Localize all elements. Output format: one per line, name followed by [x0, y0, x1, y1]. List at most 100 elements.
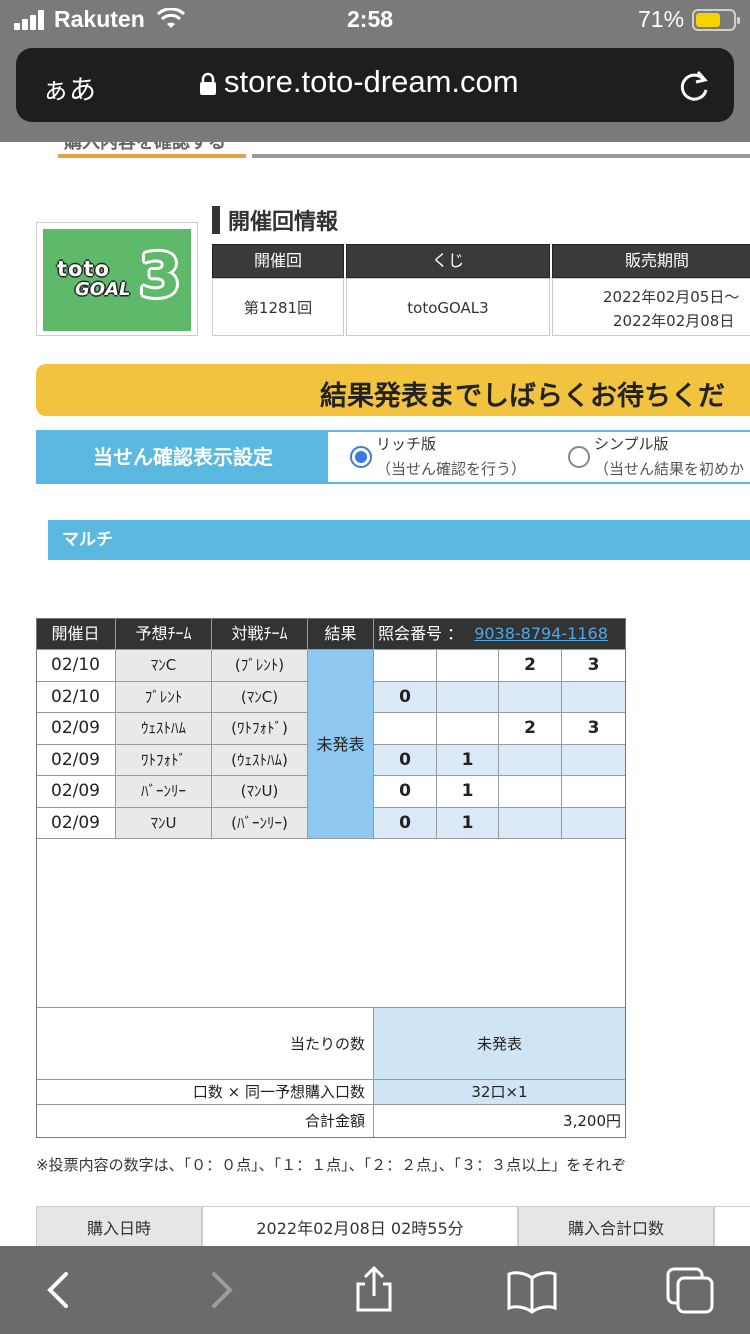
table-cell-team: ﾏﾝC — [116, 650, 212, 682]
empty-area — [36, 839, 626, 1008]
table-cell-c3 — [499, 807, 562, 839]
back-icon[interactable] — [34, 1266, 86, 1314]
total-value: 3,200円 — [374, 1105, 626, 1138]
purchase-units-value — [714, 1206, 750, 1250]
header-lottery: くじ — [346, 244, 550, 278]
table-cell-date: 02/09 — [36, 807, 116, 839]
header-period: 販売期間 — [552, 244, 750, 278]
table-cell-c2 — [437, 650, 499, 682]
table-cell-team: ﾊﾞｰﾝﾘｰ — [116, 776, 212, 808]
table-cell-c1: 0 — [374, 807, 437, 839]
step-bar-active — [58, 154, 246, 158]
table-cell-c2 — [437, 713, 499, 745]
waiting-banner: 結果発表までしばらくお待ちくだ — [36, 364, 750, 416]
table-cell-c1 — [374, 713, 437, 745]
col-ref: 照会番号 ： 9038-8794-1168 — [374, 618, 626, 650]
step-indicator: 購入内容を確認する — [58, 142, 750, 158]
table-cell-c2: 1 — [437, 807, 499, 839]
total-label: 合計金額 — [36, 1105, 374, 1138]
table-cell-c4 — [562, 744, 626, 776]
totogoal3-logo: toto GOAL 3 — [36, 222, 198, 336]
table-cell-c3: 2 — [499, 713, 562, 745]
purchase-date-value: 2022年02月08日 02時55分 — [202, 1206, 518, 1250]
battery-percent: 71% — [638, 6, 685, 32]
score-note: ※投票内容の数字は、「０：０点」、「１：１点」、「２：２点」、「３：３点以上」を… — [36, 1156, 627, 1174]
table-cell-team: ﾏﾝU — [116, 807, 212, 839]
col-pred: 予想ﾁｰﾑ — [116, 618, 212, 650]
table-cell-opp: (ﾜﾄﾌｫﾄﾞ) — [212, 713, 308, 745]
table-cell-c3: 2 — [499, 650, 562, 682]
table-cell-c3 — [499, 776, 562, 808]
table-cell-opp: (ﾏﾝU) — [212, 776, 308, 808]
event-info-title: 開催回情報 — [228, 210, 339, 235]
logo-number: 3 — [139, 241, 181, 311]
simple-radio[interactable] — [568, 446, 590, 468]
table-cell-team: ｳｪｽﾄﾊﾑ — [116, 713, 212, 745]
logo-goal-text: GOAL — [75, 279, 131, 300]
share-icon[interactable] — [348, 1266, 400, 1314]
simple-option-label[interactable]: シンプル版 — [594, 432, 669, 456]
heading-marker — [212, 206, 220, 234]
table-cell-c1: 0 — [374, 681, 437, 713]
table-cell-c2: 1 — [437, 776, 499, 808]
signal-icon — [14, 10, 48, 30]
table-cell-date: 02/09 — [36, 776, 116, 808]
browser-screen: Rakuten 2:58 71% ぁあ store.toto-dream.com… — [0, 0, 750, 1334]
logo-toto-text: toto — [57, 257, 110, 281]
table-cell-date: 02/09 — [36, 744, 116, 776]
table-cell-team: ﾌﾞﾚﾝﾄ — [116, 681, 212, 713]
round-value: 第1281回 — [212, 278, 344, 336]
ref-number-link[interactable]: 9038-8794-1168 — [474, 624, 608, 643]
multi-section-header: マルチ — [48, 520, 750, 560]
step-bar-inactive — [252, 154, 750, 158]
hits-value: 未発表 — [374, 1008, 626, 1080]
table-cell-c4 — [562, 776, 626, 808]
ref-label: 照会番号 ： — [378, 624, 464, 643]
header-round: 開催回 — [212, 244, 344, 278]
table-cell-date: 02/09 — [36, 713, 116, 745]
units-value: 32口×1 — [374, 1080, 626, 1105]
period-end: 2022年02月08日 — [613, 312, 735, 330]
table-cell-opp: (ﾏﾝC) — [212, 681, 308, 713]
table-cell-c3 — [499, 744, 562, 776]
address-bar[interactable]: ぁあ store.toto-dream.com — [16, 48, 734, 122]
col-opp: 対戦ﾁｰﾑ — [212, 618, 308, 650]
rich-option-label[interactable]: リッチ版 — [376, 432, 436, 456]
table-cell-c4 — [562, 681, 626, 713]
display-setting-label: 当せん確認表示設定 — [38, 432, 328, 482]
display-setting: 当せん確認表示設定 リッチ版 （当せん確認を行う） シンプル版 （当せん結果を初… — [36, 430, 750, 484]
battery-icon — [692, 9, 740, 31]
result-table: 開催日 予想ﾁｰﾑ 対戦ﾁｰﾑ 結果 照会番号 ： 9038-8794-1168… — [36, 618, 626, 1138]
text-size-button[interactable]: ぁあ — [42, 68, 96, 107]
purchase-table: 購入日時 2022年02月08日 02時55分 購入合計口数 — [36, 1206, 750, 1250]
purchase-date-label: 購入日時 — [36, 1206, 202, 1250]
reload-icon[interactable] — [674, 66, 714, 106]
bookmarks-icon[interactable] — [506, 1266, 558, 1314]
url-text[interactable]: store.toto-dream.com — [224, 64, 519, 100]
lottery-value: totoGOAL3 — [346, 278, 550, 336]
simple-option-sub: （当せん結果を初めか — [594, 460, 745, 478]
rich-option-sub: （当せん確認を行う） — [376, 460, 527, 478]
rich-radio[interactable] — [350, 446, 372, 468]
result-pending: 未発表 — [308, 650, 374, 839]
purchase-units-label: 購入合計口数 — [518, 1206, 714, 1250]
browser-toolbar — [0, 1246, 750, 1334]
clock: 2:58 — [347, 6, 394, 32]
table-cell-c2: 1 — [437, 744, 499, 776]
period-value: 2022年02月05日〜 2022年02月08日 — [552, 278, 750, 336]
period-start: 2022年02月05日〜 — [603, 288, 740, 306]
lock-icon — [200, 72, 216, 95]
forward-icon[interactable] — [194, 1266, 246, 1314]
banner-text: 結果発表までしばらくお待ちくだ — [320, 381, 725, 412]
table-cell-date: 02/10 — [36, 681, 116, 713]
table-cell-c2 — [437, 681, 499, 713]
tabs-icon[interactable] — [664, 1266, 716, 1314]
step-label: 購入内容を確認する — [64, 142, 226, 153]
col-result: 結果 — [308, 618, 374, 650]
table-cell-opp: (ﾌﾞﾚﾝﾄ) — [212, 650, 308, 682]
table-cell-c1 — [374, 650, 437, 682]
browser-chrome-top: Rakuten 2:58 71% ぁあ store.toto-dream.com — [0, 0, 750, 142]
wifi-icon — [156, 8, 186, 28]
table-cell-c4 — [562, 807, 626, 839]
table-cell-c3 — [499, 681, 562, 713]
